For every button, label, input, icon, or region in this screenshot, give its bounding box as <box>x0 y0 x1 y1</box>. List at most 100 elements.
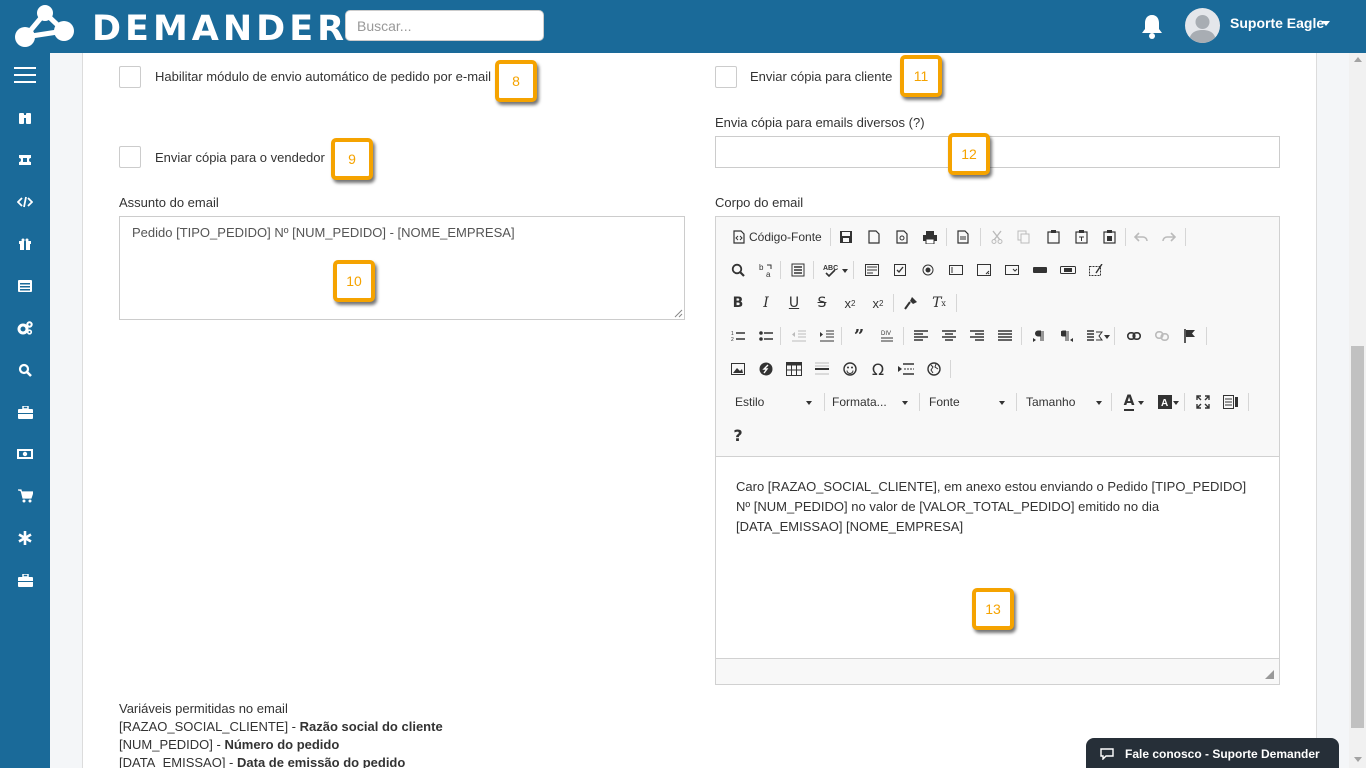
scroll-thumb[interactable] <box>1351 346 1364 728</box>
page-scrollbar[interactable] <box>1349 53 1366 768</box>
chevron-down-icon[interactable] <box>902 401 908 405</box>
subscript-icon[interactable]: x2 <box>839 292 861 314</box>
resize-grip-icon[interactable] <box>674 309 683 318</box>
textarea-icon[interactable] <box>973 259 995 281</box>
print-icon[interactable] <box>919 226 941 248</box>
chat-widget-button[interactable]: Fale conosco - Suporte Demander <box>1086 738 1339 768</box>
templates-icon[interactable] <box>952 226 974 248</box>
chevron-down-icon[interactable] <box>806 401 812 405</box>
auto-send-checkbox[interactable] <box>119 66 141 88</box>
copy-seller-checkbox[interactable] <box>119 146 141 168</box>
bold-icon[interactable]: B <box>727 292 749 314</box>
chevron-down-icon[interactable] <box>1322 21 1330 26</box>
image-icon[interactable] <box>727 358 749 380</box>
avatar[interactable] <box>1185 8 1220 43</box>
paste-text-icon[interactable] <box>1070 226 1092 248</box>
underline-icon[interactable]: U <box>783 292 805 314</box>
format-dropdown[interactable]: Formata... <box>832 391 887 413</box>
sidebar-item-money[interactable] <box>0 433 50 475</box>
sidebar-item-settings[interactable] <box>0 307 50 349</box>
outdent-icon[interactable] <box>788 325 810 347</box>
radio-icon[interactable] <box>917 259 939 281</box>
blockquote-icon[interactable]: ” <box>848 325 870 347</box>
special-char-icon[interactable]: Ω <box>867 358 889 380</box>
italic-icon[interactable]: I <box>755 292 777 314</box>
form-icon[interactable] <box>861 259 883 281</box>
sidebar-item-code[interactable] <box>0 181 50 223</box>
paste-word-icon[interactable] <box>1098 226 1120 248</box>
bell-icon[interactable] <box>1140 13 1164 39</box>
language-icon[interactable] <box>1084 325 1106 347</box>
flash-icon[interactable] <box>755 358 777 380</box>
scroll-down-icon[interactable] <box>1354 757 1362 762</box>
button-icon[interactable] <box>1029 259 1051 281</box>
select-field-icon[interactable] <box>1001 259 1023 281</box>
sidebar-item-search[interactable] <box>0 349 50 391</box>
sidebar-item-list[interactable] <box>0 265 50 307</box>
justify-icon[interactable] <box>994 325 1016 347</box>
copy-client-checkbox[interactable] <box>715 66 737 88</box>
sidebar-item-gift[interactable] <box>0 223 50 265</box>
bulleted-list-icon[interactable] <box>755 325 777 347</box>
div-container-icon[interactable]: DIV <box>876 325 898 347</box>
save-icon[interactable] <box>835 226 857 248</box>
chevron-down-icon[interactable] <box>999 401 1005 405</box>
source-code-button[interactable]: Código-Fonte <box>749 226 822 248</box>
chevron-down-icon[interactable] <box>1104 335 1110 339</box>
sidebar-item-ticket[interactable] <box>0 139 50 181</box>
align-center-icon[interactable] <box>938 325 960 347</box>
iframe-globe-icon[interactable] <box>923 358 945 380</box>
chevron-down-icon[interactable] <box>1173 401 1179 405</box>
scroll-up-icon[interactable] <box>1354 57 1362 62</box>
numbered-list-icon[interactable]: 12 <box>727 325 749 347</box>
chevron-down-icon[interactable] <box>1096 401 1102 405</box>
subject-textarea[interactable]: Pedido [TIPO_PEDIDO] Nº [NUM_PEDIDO] - [… <box>119 216 685 320</box>
find-icon[interactable] <box>727 259 749 281</box>
anchor-flag-icon[interactable] <box>1179 325 1201 347</box>
undo-icon[interactable] <box>1130 226 1152 248</box>
source-code-icon[interactable] <box>728 226 750 248</box>
rtl-icon[interactable] <box>1056 325 1078 347</box>
other-emails-input[interactable] <box>715 136 1280 168</box>
preview-icon[interactable] <box>891 226 913 248</box>
help-icon[interactable]: ? <box>727 424 749 446</box>
show-blocks-icon[interactable] <box>1220 391 1242 413</box>
maximize-icon[interactable] <box>1192 391 1214 413</box>
demander-logo[interactable]: DEMANDER <box>10 4 344 50</box>
align-left-icon[interactable] <box>910 325 932 347</box>
new-page-icon[interactable] <box>863 226 885 248</box>
search-input[interactable] <box>345 10 544 41</box>
paste-icon[interactable] <box>1042 226 1064 248</box>
copy-format-icon[interactable] <box>900 292 922 314</box>
image-button-icon[interactable] <box>1057 259 1079 281</box>
chevron-down-icon[interactable] <box>1138 401 1144 405</box>
strikethrough-icon[interactable]: S <box>811 292 833 314</box>
style-dropdown[interactable]: Estilo <box>735 391 764 413</box>
user-name[interactable]: Suporte Eagle <box>1230 15 1324 31</box>
indent-icon[interactable] <box>816 325 838 347</box>
copy-icon[interactable] <box>1012 226 1034 248</box>
superscript-icon[interactable]: x2 <box>867 292 889 314</box>
sidebar-item-toolbox[interactable] <box>0 559 50 601</box>
select-all-icon[interactable] <box>787 259 809 281</box>
table-icon[interactable] <box>783 358 805 380</box>
link-icon[interactable] <box>1123 325 1145 347</box>
sidebar-item-cart[interactable] <box>0 475 50 517</box>
horizontal-rule-icon[interactable] <box>811 358 833 380</box>
font-dropdown[interactable]: Fonte <box>929 391 960 413</box>
text-color-icon[interactable]: A <box>1118 391 1140 413</box>
replace-icon[interactable]: ba <box>755 259 777 281</box>
spellcheck-icon[interactable]: ABC <box>820 259 842 281</box>
ltr-icon[interactable] <box>1028 325 1050 347</box>
unlink-icon[interactable] <box>1151 325 1173 347</box>
sidebar-item-binoculars[interactable] <box>0 97 50 139</box>
redo-icon[interactable] <box>1158 226 1180 248</box>
sidebar-item-briefcase[interactable] <box>0 391 50 433</box>
text-field-icon[interactable] <box>945 259 967 281</box>
editor-content[interactable]: Caro [RAZAO_SOCIAL_CLIENTE], em anexo es… <box>736 477 1261 537</box>
smiley-icon[interactable] <box>839 358 861 380</box>
size-dropdown[interactable]: Tamanho <box>1026 391 1075 413</box>
cut-icon[interactable] <box>986 226 1008 248</box>
hidden-field-icon[interactable] <box>1085 259 1107 281</box>
checkbox-icon[interactable] <box>889 259 911 281</box>
